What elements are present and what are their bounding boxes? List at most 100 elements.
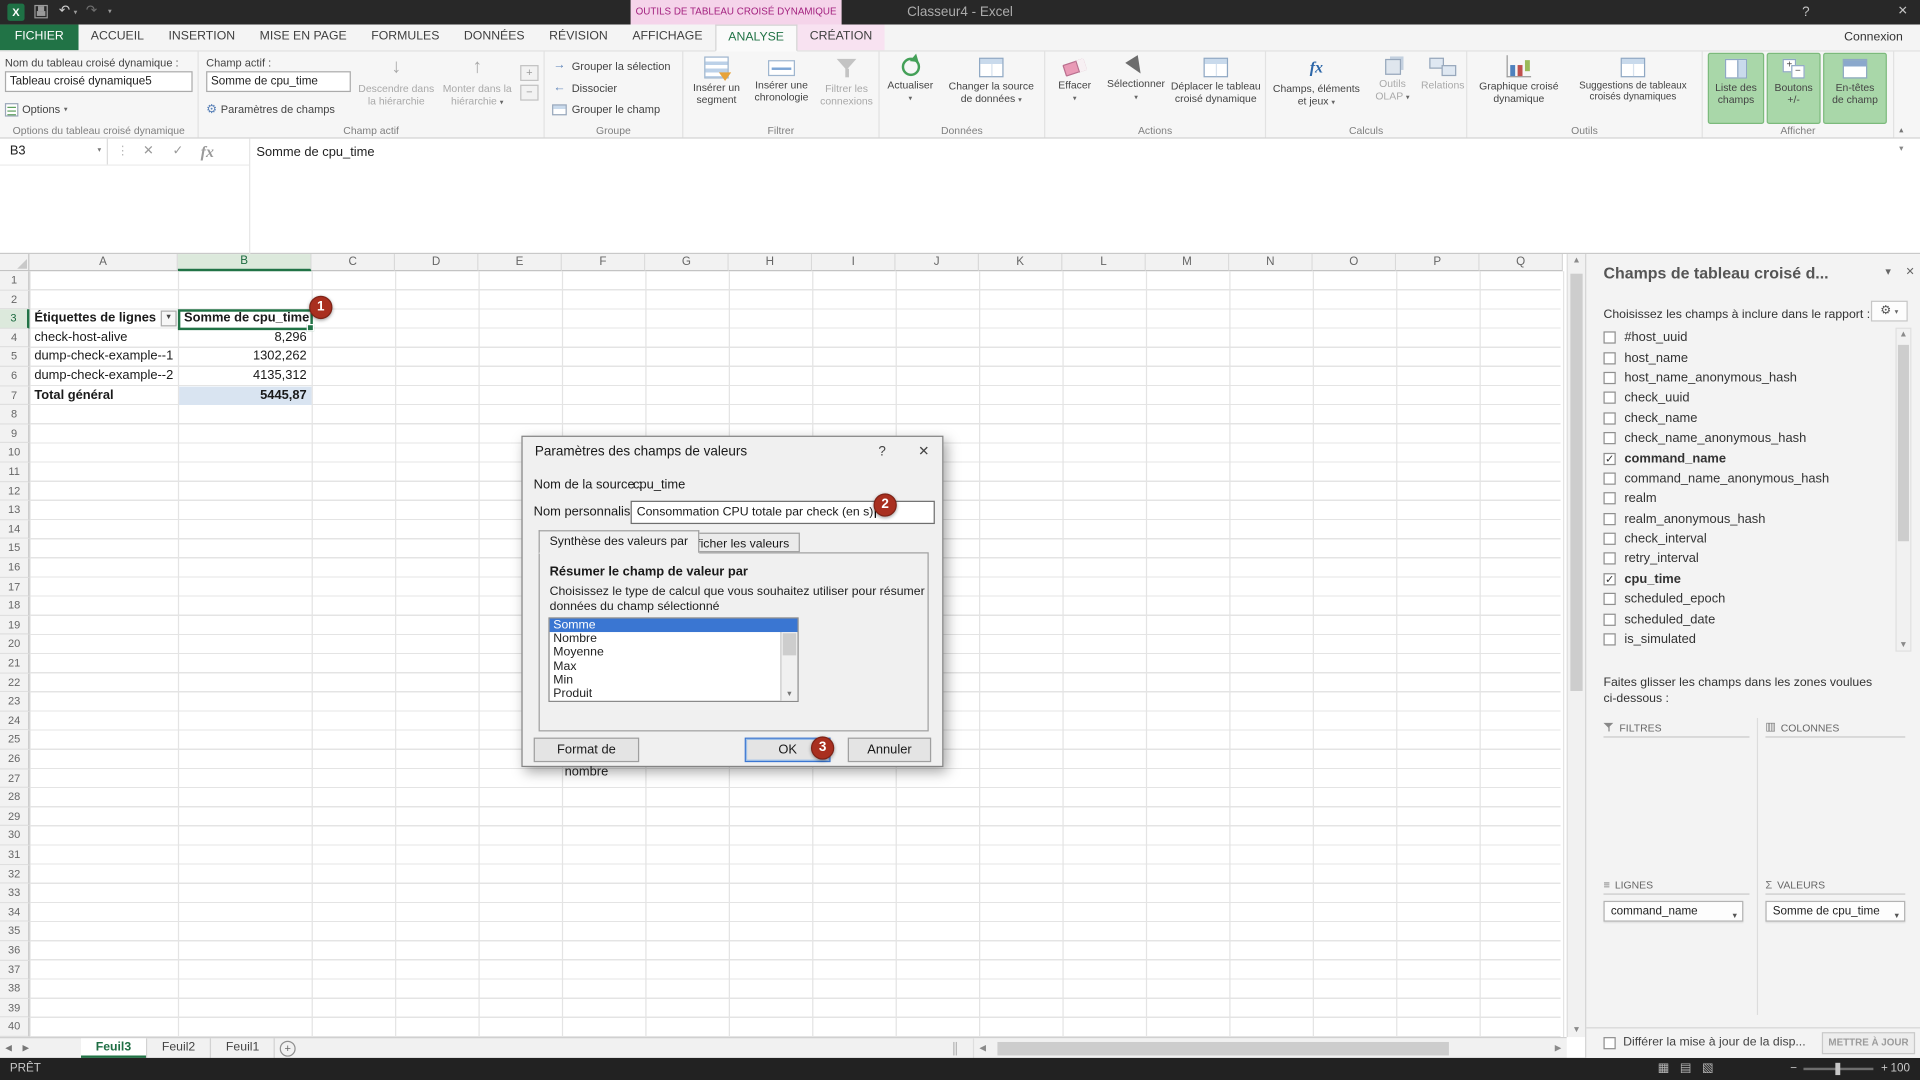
column-header-o[interactable]: O	[1313, 254, 1396, 271]
field-row-check-interval[interactable]: check_interval	[1603, 529, 1893, 549]
sheet-nav-left-icon[interactable]: ◀	[0, 1038, 17, 1059]
undo-icon[interactable]: ↶	[59, 2, 70, 18]
field-row-retry-interval[interactable]: retry_interval	[1603, 549, 1893, 569]
row-labels-filter-button[interactable]: ▼	[161, 311, 177, 327]
customize-quick-access-icon[interactable]: ▾	[108, 7, 112, 16]
column-header-q[interactable]: Q	[1480, 254, 1563, 271]
redo-icon[interactable]: ↷	[86, 2, 97, 18]
drill-up-button[interactable]: ↑ Monter dans la hiérarchie ▾	[437, 53, 518, 124]
zone-field-pill-command-name[interactable]: command_name▼	[1603, 901, 1743, 922]
ribbon-tab-r-vision[interactable]: RÉVISION	[537, 25, 620, 51]
column-header-h[interactable]: H	[729, 254, 812, 271]
collapse-formula-bar-icon[interactable]: ▾	[1899, 144, 1903, 154]
row-header-15[interactable]: 15	[0, 539, 29, 558]
row-header-25[interactable]: 25	[0, 731, 29, 750]
sheet-tab-feuil3[interactable]: Feuil3	[81, 1038, 147, 1058]
column-header-f[interactable]: F	[562, 254, 645, 271]
close-button[interactable]: ✕	[1887, 0, 1919, 25]
enter-entry-button[interactable]: ✓	[164, 139, 191, 165]
ribbon-tab-insertion[interactable]: INSERTION	[156, 25, 247, 51]
pane-options-icon[interactable]: ▾	[1878, 265, 1898, 278]
row-header-40[interactable]: 40	[0, 1018, 29, 1037]
ribbon-tab-cr-ation[interactable]: CRÉATION	[797, 25, 884, 51]
field-checkbox-host-name[interactable]	[1603, 352, 1615, 364]
row-header-14[interactable]: 14	[0, 520, 29, 539]
sheet-nav-right-icon[interactable]: ▶	[17, 1038, 34, 1059]
new-sheet-button[interactable]: +	[280, 1041, 296, 1057]
expand-field-button[interactable]: +	[520, 65, 538, 81]
summary-option-produit[interactable]: Produit	[550, 687, 798, 701]
row-header-3[interactable]: 3	[0, 310, 29, 329]
field-row-check-name[interactable]: check_name	[1603, 408, 1893, 428]
values-drop-zone[interactable]: Somme de cpu_time▼	[1765, 901, 1915, 924]
tab-splitter-handle[interactable]	[953, 1042, 957, 1055]
olap-tools-button[interactable]: Outils OLAP ▾	[1367, 53, 1419, 124]
group-selection-button[interactable]: → Grouper la sélection	[552, 59, 670, 72]
field-checkbox-command-name[interactable]: ✓	[1603, 452, 1615, 464]
dialog-close-icon[interactable]: ✕	[905, 437, 942, 466]
field-checkbox-host-name-anonymous-hash[interactable]	[1603, 372, 1615, 384]
row-header-20[interactable]: 20	[0, 635, 29, 654]
pivot-cell-a6[interactable]: dump-check-example--2	[31, 367, 178, 386]
row-header-36[interactable]: 36	[0, 941, 29, 960]
help-button[interactable]: ?	[1791, 0, 1820, 25]
pivot-cell-a7[interactable]: Total général	[31, 386, 178, 405]
field-checkbox-host-uuid[interactable]	[1603, 332, 1615, 344]
relationships-button[interactable]: Relations	[1421, 53, 1465, 124]
vertical-scrollbar[interactable]: ▲ ▼	[1567, 254, 1585, 1037]
row-header-17[interactable]: 17	[0, 578, 29, 597]
row-header-31[interactable]: 31	[0, 846, 29, 865]
row-header-27[interactable]: 27	[0, 769, 29, 788]
filter-connections-button[interactable]: Filtrer les connexions	[816, 53, 877, 124]
tools-gear-button[interactable]: ⚙ ▾	[1871, 301, 1908, 322]
insert-slicer-button[interactable]: Insérer un segment	[686, 53, 747, 124]
horizontal-scrollbar[interactable]: ◀ ▶	[973, 1038, 1567, 1059]
ribbon-tab-accueil[interactable]: ACCUEIL	[79, 25, 157, 51]
row-header-39[interactable]: 39	[0, 999, 29, 1018]
row-header-34[interactable]: 34	[0, 903, 29, 922]
field-headers-toggle[interactable]: En-têtes de champ	[1823, 53, 1887, 124]
field-checkbox-scheduled-epoch[interactable]	[1603, 593, 1615, 605]
collapse-ribbon-icon[interactable]: ▴	[1899, 125, 1903, 135]
pivot-cell-a4[interactable]: check-host-alive	[31, 329, 178, 348]
row-header-10[interactable]: 10	[0, 444, 29, 463]
row-header-28[interactable]: 28	[0, 788, 29, 807]
scroll-down-icon[interactable]: ▼	[1897, 641, 1910, 650]
field-checkbox-is-simulated[interactable]	[1603, 633, 1615, 645]
field-row-scheduled-date[interactable]: scheduled_date	[1603, 609, 1893, 629]
column-header-j[interactable]: J	[896, 254, 979, 271]
field-checkbox-check-name[interactable]	[1603, 412, 1615, 424]
select-all-corner[interactable]	[0, 254, 29, 271]
scroll-up-icon[interactable]: ▲	[1568, 256, 1585, 265]
restore-button[interactable]	[1850, 0, 1877, 25]
scroll-left-icon[interactable]: ◀	[974, 1038, 991, 1059]
update-button[interactable]: METTRE À JOUR	[1822, 1032, 1915, 1054]
pivot-name-input[interactable]: Tableau croisé dynamique5	[5, 71, 193, 92]
active-field-input[interactable]: Somme de cpu_time	[206, 71, 351, 92]
column-header-c[interactable]: C	[312, 254, 395, 271]
rows-drop-zone[interactable]: command_name▼	[1603, 901, 1753, 924]
summary-option-moyenne[interactable]: Moyenne	[550, 646, 798, 660]
sheet-tab-feuil2[interactable]: Feuil2	[147, 1038, 211, 1058]
row-header-29[interactable]: 29	[0, 807, 29, 826]
group-field-button[interactable]: Grouper le champ	[552, 103, 660, 115]
pivot-cell-b5[interactable]: 1302,262	[179, 348, 311, 367]
pane-close-icon[interactable]: ✕	[1900, 265, 1920, 278]
select-button[interactable]: Sélectionner ▾	[1104, 53, 1168, 124]
summary-option-max[interactable]: Max	[550, 660, 798, 674]
insert-timeline-button[interactable]: Insérer une chronologie	[750, 53, 814, 124]
field-row-realm-anonymous-hash[interactable]: realm_anonymous_hash	[1603, 509, 1893, 529]
field-list-scrollbar[interactable]: ▲ ▼	[1895, 328, 1911, 652]
move-pivottable-button[interactable]: Déplacer le tableau croisé dynamique	[1168, 53, 1264, 124]
undo-dropdown-icon[interactable]: ▾	[74, 9, 78, 18]
row-header-35[interactable]: 35	[0, 922, 29, 941]
field-row-command-name[interactable]: ✓command_name	[1603, 448, 1893, 468]
field-row-check-name-anonymous-hash[interactable]: check_name_anonymous_hash	[1603, 428, 1893, 448]
pivot-cell-a3[interactable]: Étiquettes de lignes▼	[31, 310, 178, 329]
row-header-38[interactable]: 38	[0, 980, 29, 999]
row-header-37[interactable]: 37	[0, 960, 29, 979]
column-header-m[interactable]: M	[1146, 254, 1229, 271]
summary-option-nombre[interactable]: Nombre	[550, 632, 798, 646]
pivot-cell-b6[interactable]: 4135,312	[179, 367, 311, 386]
column-header-a[interactable]: A	[29, 254, 177, 271]
